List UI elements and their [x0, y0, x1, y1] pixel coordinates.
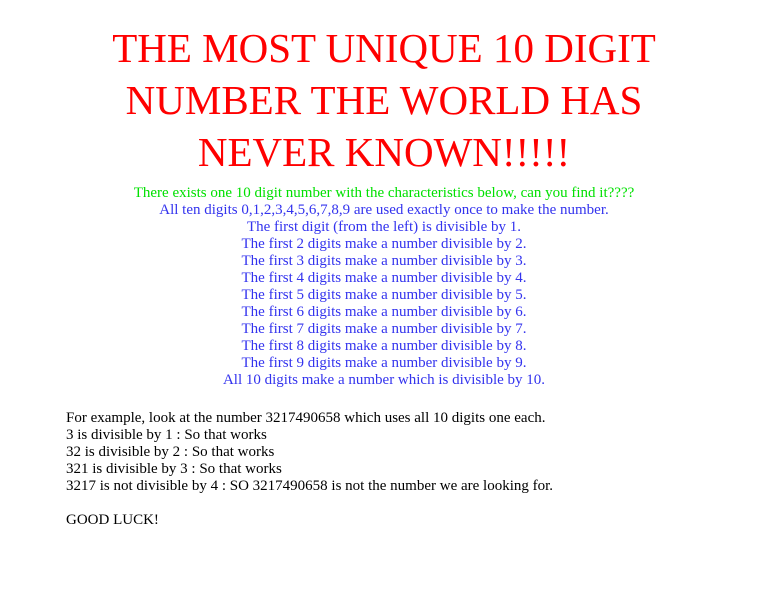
- example-step-0: 3 is divisible by 1 : So that works: [66, 427, 267, 443]
- page-root: THE MOST UNIQUE 10 DIGIT NUMBER THE WORL…: [0, 0, 768, 593]
- closing-message: GOOD LUCK!: [66, 512, 159, 528]
- example-intro-text: For example, look at the number 32174906…: [66, 410, 546, 426]
- example-spacer: [66, 495, 760, 512]
- page-title-line-3: NEVER KNOWN!!!!!: [197, 129, 571, 175]
- rule-item-3: The first 3 digits make a number divisib…: [241, 253, 527, 269]
- rule-item-8: The first 8 digits make a number divisib…: [241, 338, 527, 354]
- rule-item-4: The first 4 digits make a number divisib…: [241, 270, 527, 286]
- rule-item-10: All 10 digits make a number which is div…: [222, 372, 546, 388]
- rule-item-5: The first 5 digits make a number divisib…: [241, 287, 527, 303]
- rule-item-1: The first digit (from the left) is divis…: [246, 219, 522, 235]
- rule-item-7: The first 7 digits make a number divisib…: [241, 321, 527, 337]
- example-step-3: 3217 is not divisible by 4 : SO 32174906…: [66, 478, 554, 494]
- rule-item-2: The first 2 digits make a number divisib…: [241, 236, 527, 252]
- worked-example: For example, look at the number 32174906…: [8, 410, 760, 529]
- page-title-line-2: NUMBER THE WORLD HAS: [125, 77, 643, 123]
- rule-item-9: The first 9 digits make a number divisib…: [241, 355, 527, 371]
- rule-item-6: The first 6 digits make a number divisib…: [241, 304, 527, 320]
- example-step-1: 32 is divisible by 2 : So that works: [66, 444, 275, 460]
- page-title: THE MOST UNIQUE 10 DIGIT NUMBER THE WORL…: [8, 0, 760, 178]
- puzzle-intro-text: There exists one 10 digit number with th…: [133, 185, 635, 201]
- example-step-2: 321 is divisible by 3 : So that works: [66, 461, 282, 477]
- rule-item-0: All ten digits 0,1,2,3,4,5,6,7,8,9 are u…: [159, 202, 609, 218]
- puzzle-conditions: There exists one 10 digit number with th…: [8, 185, 760, 389]
- page-title-line-1: THE MOST UNIQUE 10 DIGIT: [112, 25, 656, 71]
